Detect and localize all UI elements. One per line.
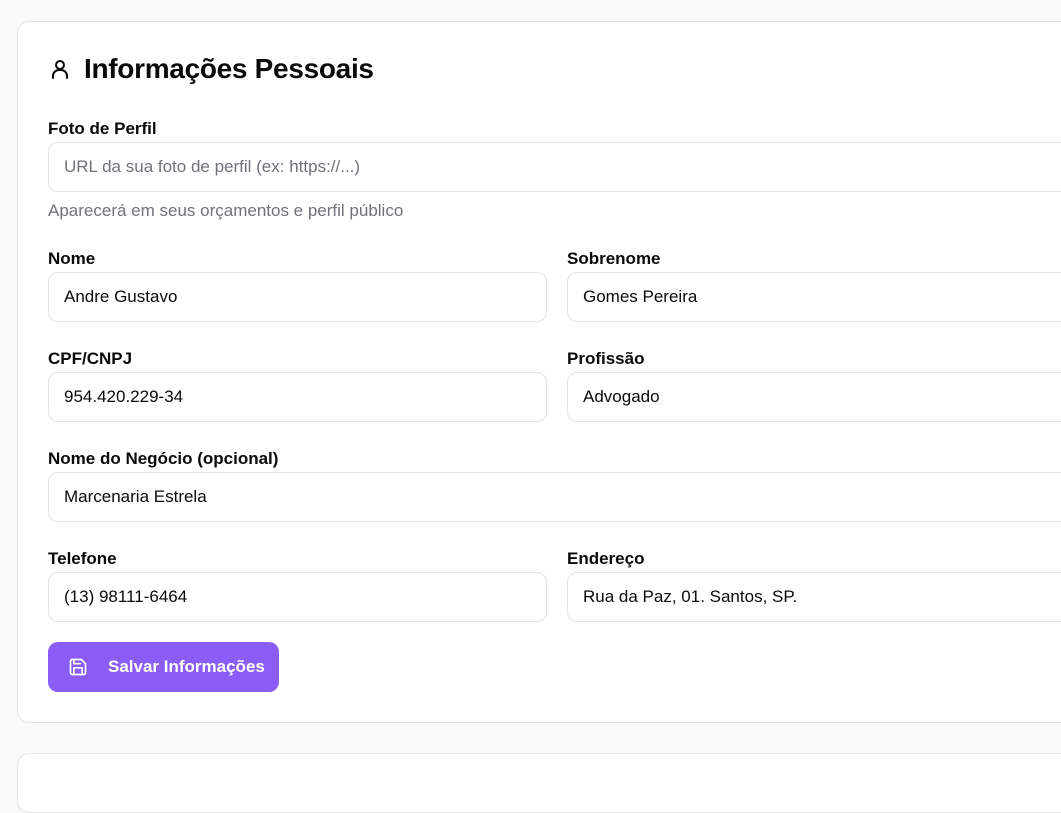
first-name-label: Nome: [48, 249, 96, 268]
last-name-input[interactable]: [567, 272, 1061, 322]
first-name-input[interactable]: [48, 272, 547, 322]
business-name-label: Nome do Negócio (opcional): [48, 449, 279, 468]
address-label: Endereço: [567, 549, 645, 568]
last-name-label: Sobrenome: [567, 249, 661, 268]
photo-label: Foto de Perfil: [48, 119, 157, 138]
profession-input[interactable]: [567, 372, 1061, 422]
document-label: CPF/CNPJ: [48, 349, 133, 368]
section-header: Informações Pessoais: [48, 52, 374, 86]
photo-url-input[interactable]: [48, 142, 1061, 192]
document-input[interactable]: [48, 372, 547, 422]
user-icon: [48, 57, 72, 81]
save-info-button[interactable]: Salvar Informações: [48, 642, 279, 692]
business-name-input[interactable]: [48, 472, 1061, 522]
phone-label: Telefone: [48, 549, 117, 568]
phone-input[interactable]: [48, 572, 547, 622]
next-section-card: [17, 753, 1061, 813]
save-button-label: Salvar Informações: [108, 657, 265, 676]
photo-helper-text: Aparecerá em seus orçamentos e perfil pú…: [48, 201, 404, 220]
save-icon: [68, 657, 88, 677]
profession-label: Profissão: [567, 349, 645, 368]
address-input[interactable]: [567, 572, 1061, 622]
section-title: Informações Pessoais: [84, 53, 374, 84]
